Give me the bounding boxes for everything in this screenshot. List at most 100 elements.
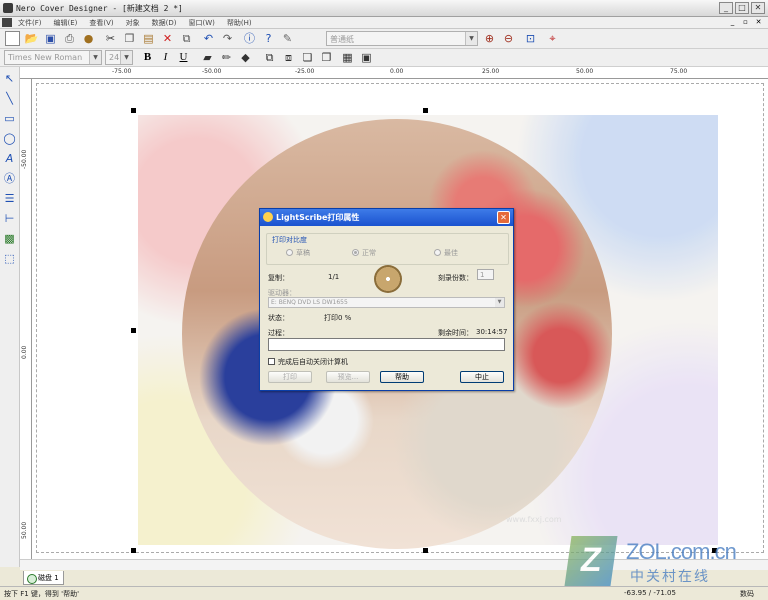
watermark-domain: ZOL.com.cn [626,539,737,564]
maximize-button[interactable]: □ [735,2,749,14]
auto-shutdown-checkbox[interactable] [268,358,275,365]
abort-button[interactable]: 中止 [460,371,504,383]
dialog-close-button[interactable]: ✕ [497,211,510,224]
paper-type-value: 普通纸 [330,35,354,44]
font-size-value: 24 [109,53,120,62]
copy-icon[interactable]: ❐ [122,31,137,46]
print-icon[interactable]: ⎙ [62,31,77,46]
zoom-out-icon[interactable]: ⊖ [501,31,516,46]
zoom-in-icon[interactable]: ⊕ [482,31,497,46]
image-tool-icon[interactable]: ▩ [2,231,17,246]
redo-icon[interactable]: ↷ [220,31,235,46]
context-help-icon[interactable]: ? [261,31,276,46]
chevron-down-icon: ▼ [465,32,477,45]
new-document-icon[interactable] [5,31,20,46]
mdi-restore-button[interactable]: ▫ [740,18,751,27]
selection-handle[interactable] [423,108,428,113]
backward-icon[interactable]: ❐ [319,50,334,65]
ruler-label: -75.00 [112,68,132,75]
zoom-fit-icon[interactable]: ⊡ [523,31,538,46]
lightscribe-print-icon[interactable]: ● [81,31,96,46]
radio-normal-label: 正常 [362,249,376,257]
radio-normal[interactable] [352,249,359,256]
print-button[interactable]: 打印 [268,371,312,383]
radio-draft-label: 草稿 [296,249,310,257]
italic-button[interactable]: I [158,50,173,65]
ruler-label: 0.00 [390,68,404,75]
info-icon[interactable]: ⓘ [242,31,257,46]
selection-handle[interactable] [423,548,428,553]
line-tool-icon[interactable]: ╲ [2,91,17,106]
paste-icon[interactable]: ▤ [141,31,156,46]
save-icon[interactable]: ▣ [43,31,58,46]
radio-draft[interactable] [286,249,293,256]
dialog-title: LightScribe打印属性 [276,213,360,222]
close-button[interactable]: ✕ [751,2,765,14]
send-back-icon[interactable]: ⧈ [281,50,296,65]
drive-select[interactable]: E: BENQ DVD LS DW1655 ▼ [268,297,505,308]
menu-window[interactable]: 窗口(W) [189,18,215,28]
ungroup-icon[interactable]: ▣ [359,50,374,65]
open-folder-icon[interactable]: 📂 [24,31,39,46]
selection-handle[interactable] [131,328,136,333]
preview-button[interactable]: 预览... [326,371,370,383]
group-icon[interactable]: ▦ [340,50,355,65]
menu-data[interactable]: 数据(D) [152,18,177,28]
mdi-close-button[interactable]: ✕ [753,18,764,27]
pointer-icon[interactable]: ↖ [2,71,17,86]
bold-button[interactable]: B [140,50,155,65]
drive-value: E: BENQ DVD LS DW1655 [271,299,348,306]
field-tool-icon[interactable]: ⬚ [2,251,17,266]
format-toolbar: Times New Roman ▼ 24 ▼ B I U ▰ ✏ ◆ ⧉ ⧈ ❏… [0,49,768,67]
chevron-down-icon: ▼ [120,51,132,64]
menu-object[interactable]: 对象 [126,18,140,28]
underline-button[interactable]: U [176,50,191,65]
selection-handle[interactable] [131,548,136,553]
paint-bucket-icon[interactable]: ◆ [238,50,253,65]
chevron-down-icon: ▼ [495,298,504,307]
forward-icon[interactable]: ❏ [300,50,315,65]
copies-spinner[interactable]: 1 [477,269,494,280]
radio-best-label: 最佳 [444,249,458,257]
artistic-text-icon[interactable]: Ⓐ [2,171,17,186]
delete-icon[interactable]: ✕ [160,31,175,46]
ruler-label: 25.00 [482,68,500,75]
font-size-combo[interactable]: 24 ▼ [105,50,133,65]
bring-front-icon[interactable]: ⧉ [262,50,277,65]
menu-file[interactable]: 文件(F) [18,18,42,28]
font-combo[interactable]: Times New Roman ▼ [4,50,102,65]
text-tool-icon[interactable]: A [2,151,17,166]
selection-handle[interactable] [131,108,136,113]
menu-edit[interactable]: 编辑(E) [54,18,78,28]
list-tool-icon[interactable]: ☰ [2,191,17,206]
cut-icon[interactable]: ✂ [103,31,118,46]
tree-tool-icon[interactable]: ⊢ [2,211,17,226]
menu-help[interactable]: 帮助(H) [227,18,252,28]
duplicate-icon[interactable]: ⧉ [179,31,194,46]
ruler-label: -25.00 [295,68,315,75]
mdi-minimize-button[interactable]: _ [727,18,738,27]
radio-best[interactable] [434,249,441,256]
document-icon [2,18,12,27]
ruler-label: -50.00 [21,149,28,169]
copies-value: 1 [480,271,485,279]
paper-type-combo[interactable]: 普通纸 ▼ [326,31,478,46]
copy-label: 复制： [268,274,289,282]
ruler-label: 0.00 [21,345,28,359]
ellipse-tool-icon[interactable]: ◯ [2,131,17,146]
help-button[interactable]: 帮助 [380,371,424,383]
menu-view[interactable]: 查看(V) [89,18,113,28]
ruler-label: -50.00 [202,68,222,75]
main-toolbar: 📂 ▣ ⎙ ● ✂ ❐ ▤ ✕ ⧉ ↶ ↷ ⓘ ? ✎ 普通纸 ▼ ⊕ ⊖ ⊡ … [0,29,768,49]
rectangle-tool-icon[interactable]: ▭ [2,111,17,126]
progress-label: 过程： [268,329,289,337]
tab-disc-1[interactable]: 磁盘 1 [23,571,64,585]
pen-icon[interactable]: ✏ [219,50,234,65]
undo-icon[interactable]: ↶ [201,31,216,46]
zoom-selection-icon[interactable]: ⌖ [545,31,560,46]
minimize-button[interactable]: _ [719,2,733,14]
fill-color-icon[interactable]: ▰ [200,50,215,65]
menu-bar: 文件(F) 编辑(E) 查看(V) 对象 数据(D) 窗口(W) 帮助(H) _… [0,17,768,29]
wizard-icon[interactable]: ✎ [280,31,295,46]
status-value: 打印0 % [324,314,352,322]
